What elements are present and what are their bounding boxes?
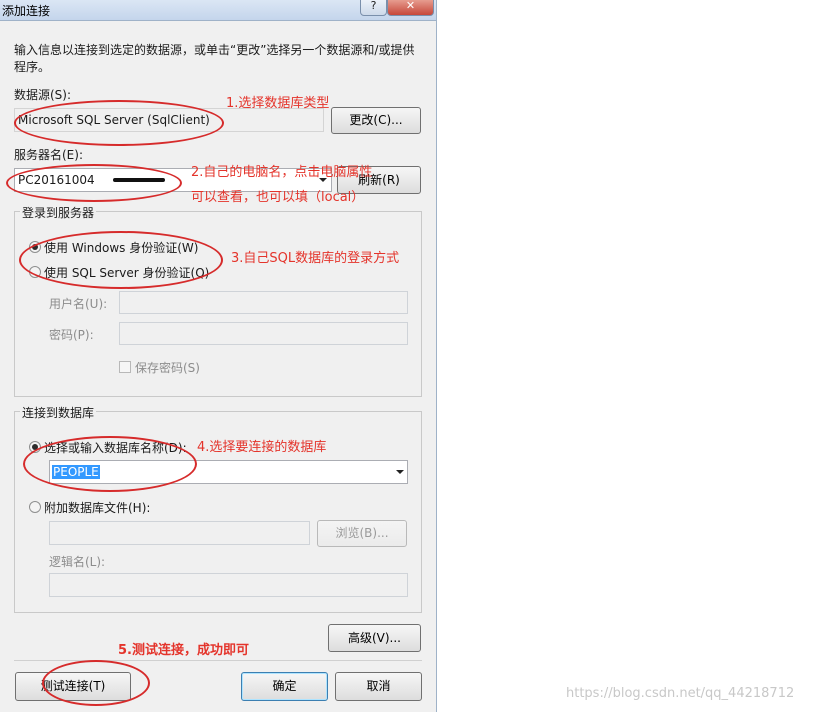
logical-name-input[interactable] [49, 573, 408, 597]
annotation-5: 5.测试连接，成功即可 [118, 643, 249, 658]
sql-auth-label[interactable]: 使用 SQL Server 身份验证(Q) [44, 264, 209, 281]
sql-auth-radio[interactable] [29, 266, 41, 278]
database-value: PEOPLE [52, 465, 100, 479]
logical-name-label: 逻辑名(L): [49, 555, 106, 569]
separator [14, 660, 422, 661]
chevron-down-icon[interactable] [396, 470, 404, 474]
username-input[interactable] [119, 291, 408, 314]
password-input[interactable] [119, 322, 408, 345]
annotation-2-line1: 2.自己的电脑名，点击电脑属性 [191, 165, 373, 180]
test-connection-button[interactable]: 测试连接(T) [15, 672, 131, 701]
select-db-radio[interactable] [29, 441, 41, 453]
windows-auth-label[interactable]: 使用 Windows 身份验证(W) [44, 239, 198, 256]
attach-db-radio[interactable] [29, 501, 41, 513]
datasource-label: 数据源(S): [14, 88, 72, 102]
advanced-button[interactable]: 高级(V)... [328, 624, 421, 652]
database-combobox[interactable]: PEOPLE [49, 460, 408, 484]
database-group-title: 连接到数据库 [20, 404, 97, 421]
window-title: 添加连接 [2, 4, 51, 18]
annotation-4: 4.选择要连接的数据库 [197, 440, 327, 455]
select-db-label[interactable]: 选择或输入数据库名称(D): [44, 439, 187, 456]
server-label: 服务器名(E): [14, 148, 83, 162]
password-label: 密码(P): [49, 328, 94, 342]
attach-file-input[interactable] [49, 521, 310, 545]
annotation-1: 1.选择数据库类型 [226, 96, 330, 111]
server-value: PC20161004 [18, 173, 95, 187]
username-label: 用户名(U): [49, 297, 108, 311]
datasource-field: Microsoft SQL Server (SqlClient) [14, 108, 324, 132]
attach-db-label[interactable]: 附加数据库文件(H): [44, 499, 150, 516]
title-bar: 添加连接 ? ✕ [0, 0, 436, 21]
intro-text: 输入信息以连接到选定的数据源，或单击“更改”选择另一个数据源和/或提供程序。 [14, 43, 415, 74]
watermark: https://blog.csdn.net/qq_44218712 [566, 686, 795, 701]
save-password-label[interactable]: 保存密码(S) [135, 359, 200, 376]
change-button[interactable]: 更改(C)... [331, 107, 421, 134]
cancel-button[interactable]: 取消 [335, 672, 422, 701]
windows-auth-radio[interactable] [29, 241, 41, 253]
login-group-title: 登录到服务器 [20, 204, 97, 221]
annotation-2-line2: 可以查看，也可以填（local） [191, 190, 365, 205]
save-password-checkbox[interactable] [119, 361, 131, 373]
redaction-mark [113, 178, 165, 182]
close-button[interactable]: ✕ [387, 0, 434, 16]
add-connection-dialog: 添加连接 ? ✕ 输入信息以连接到选定的数据源，或单击“更改”选择另一个数据源和… [0, 0, 437, 712]
ok-button[interactable]: 确定 [241, 672, 328, 701]
annotation-3: 3.自己SQL数据库的登录方式 [231, 251, 400, 266]
datasource-value: Microsoft SQL Server (SqlClient) [18, 113, 210, 127]
help-button[interactable]: ? [360, 0, 387, 16]
browse-button[interactable]: 浏览(B)... [317, 520, 407, 547]
